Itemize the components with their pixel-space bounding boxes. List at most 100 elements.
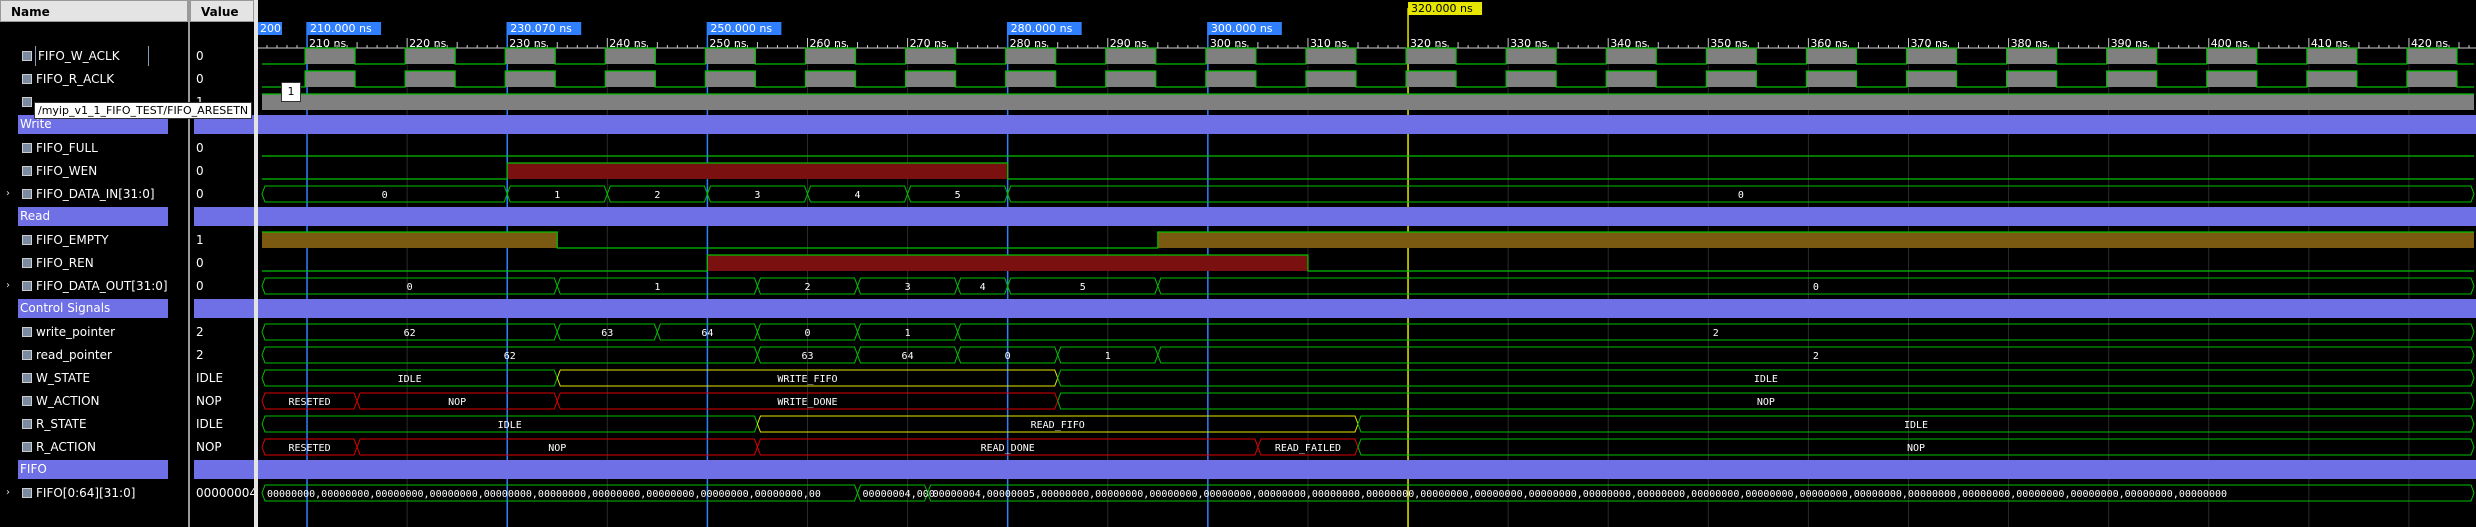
bus-segment-value: 0 — [1005, 351, 1011, 362]
clock-high-fill — [305, 71, 356, 87]
signal-name: FIFO[0:64][31:0] — [36, 486, 136, 500]
bus-segment-value: WRITE_DONE — [777, 397, 837, 408]
signal-value: 0 — [196, 164, 204, 178]
group-label[interactable]: Read — [18, 207, 168, 226]
signal-name: FIFO_WEN — [36, 164, 98, 178]
bus-segment-value: 2 — [654, 190, 660, 201]
bus-segment-value: 62 — [404, 328, 416, 339]
signal-row-fifo-data-in-31-0[interactable]: › FIFO_DATA_IN[31:0] — [0, 184, 188, 204]
signal-value: 2 — [196, 348, 204, 362]
signal-row-r-state[interactable]: R_STATE — [0, 414, 188, 434]
bus-segment-value: IDLE — [398, 374, 422, 385]
bus-segment-value: 62 — [504, 351, 516, 362]
signal-row-fifo-wen[interactable]: FIFO_WEN — [0, 161, 188, 181]
signal-row-fifo[interactable]: FIFO — [0, 460, 188, 480]
signal-row-fifo-w-aclk[interactable]: FIFO_W_ACLK — [0, 46, 188, 66]
bus-segment-value: 00000004,000 — [863, 489, 935, 500]
signal-row-read[interactable]: Read — [0, 207, 188, 227]
bus-signal-icon — [22, 488, 32, 498]
bus-signal-icon — [22, 442, 32, 452]
clock-high-fill — [1205, 71, 1256, 87]
clock-high-fill — [1406, 71, 1457, 87]
wire-signal-icon — [22, 235, 32, 245]
signal-name: R_STATE — [36, 417, 87, 431]
bus-segment-value: 4 — [980, 282, 986, 293]
signal-row-w-state[interactable]: W_STATE — [0, 368, 188, 388]
signal-name: FIFO_DATA_OUT[31:0] — [36, 279, 168, 293]
signal-value: NOP — [196, 394, 222, 408]
signal-name: FIFO_W_ACLK — [35, 46, 149, 66]
signal-row-fifo-full[interactable]: FIFO_FULL — [0, 138, 188, 158]
bus-segment-value: RESETED — [288, 443, 330, 454]
bus-segment-value: 0 — [1813, 282, 1819, 293]
expand-chevron-icon[interactable]: › — [6, 276, 10, 296]
signal-name: read_pointer — [36, 348, 112, 362]
expand-chevron-icon[interactable]: › — [6, 184, 10, 204]
signal-name: write_pointer — [36, 325, 116, 339]
signal-row-fifo-0-64-31-0[interactable]: › FIFO[0:64][31:0] — [0, 483, 188, 503]
signal-row-r-action[interactable]: R_ACTION — [0, 437, 188, 457]
bus-signal-icon — [22, 396, 32, 406]
signal-row-fifo-r-aclk[interactable]: FIFO_R_ACLK — [0, 69, 188, 89]
bus-segment-value: 0 — [407, 282, 413, 293]
value-column-header[interactable]: Value — [190, 0, 254, 22]
clock-high-fill — [905, 48, 956, 64]
bus-segment-value: NOP — [1757, 397, 1775, 408]
clock-high-fill — [605, 48, 656, 64]
clock-high-fill — [2406, 71, 2457, 87]
marker-badge[interactable]: 1 — [281, 82, 301, 102]
signal-path-tooltip: /myip_v1_1_FIFO_TEST/FIFO_ARESETN — [34, 102, 253, 119]
signal-row-fifo-empty[interactable]: FIFO_EMPTY — [0, 230, 188, 250]
bus-segment-value: READ_FAILED — [1275, 443, 1341, 454]
clock-high-fill — [505, 71, 556, 87]
bus-segment-value: 0 — [1738, 190, 1744, 201]
group-band — [258, 460, 2476, 479]
clock-high-fill — [405, 48, 456, 64]
bus-segment-value: 3 — [905, 282, 911, 293]
bus-segment-value: 64 — [902, 351, 914, 362]
group-value-cell — [194, 460, 254, 479]
signal-name: FIFO_REN — [36, 256, 94, 270]
bus-segment-value: IDLE — [1904, 420, 1928, 431]
signal-names-panel: Name FIFO_W_ACLK FIFO_R_ACLK Write FIFO_FUL… — [0, 0, 253, 527]
clock-high-fill — [1806, 71, 1857, 87]
signal-row-fifo-data-out-31-0[interactable]: › FIFO_DATA_OUT[31:0] — [0, 276, 188, 296]
signal-value: 0 — [196, 187, 204, 201]
signal-row-control-signals[interactable]: Control Signals — [0, 299, 188, 319]
clock-high-fill — [1005, 48, 1056, 64]
bus-segment-value: RESETED — [288, 397, 330, 408]
signal-value: 00000004 — [196, 486, 258, 500]
wire-signal-icon — [22, 51, 32, 61]
signal-row-read-pointer[interactable]: read_pointer — [0, 345, 188, 365]
signal-name: W_STATE — [36, 371, 91, 385]
group-label[interactable]: FIFO — [18, 460, 168, 479]
wire-signal-icon — [22, 143, 32, 153]
clock-high-fill — [805, 71, 856, 87]
bus-segment-value: READ_DONE — [981, 443, 1035, 454]
signal-value: 0 — [196, 141, 204, 155]
signal-row-write-pointer[interactable]: write_pointer — [0, 322, 188, 342]
signal-value: NOP — [196, 440, 222, 454]
clock-high-fill — [2006, 48, 2057, 64]
bus-signal-icon — [22, 373, 32, 383]
marker-label: 230.070 ns — [510, 22, 572, 35]
expand-chevron-icon[interactable]: › — [6, 483, 10, 503]
name-column-header[interactable]: Name — [0, 0, 188, 22]
signal-value: IDLE — [196, 371, 224, 385]
bus-segment-value: READ_FIFO — [1031, 420, 1085, 431]
signal-name: FIFO_EMPTY — [36, 233, 109, 247]
bus-signal-icon — [22, 189, 32, 199]
waveform-canvas[interactable]: 210 ns 220 ns 230 ns 240 ns 250 ns 260 ns 270 … — [258, 0, 2476, 527]
cursor-label: 320.000 ns — [1411, 2, 1473, 15]
signal-name: FIFO_R_ACLK — [36, 72, 115, 86]
marker-label: 280.000 ns — [1011, 22, 1073, 35]
clock-high-fill — [1506, 71, 1557, 87]
signal-high-fill — [262, 232, 558, 248]
signal-row-w-action[interactable]: W_ACTION — [0, 391, 188, 411]
group-label[interactable]: Control Signals — [18, 299, 168, 318]
clock-high-fill — [2306, 48, 2357, 64]
signal-name: R_ACTION — [36, 440, 97, 454]
clock-high-fill — [305, 48, 356, 64]
signal-value: 0 — [196, 256, 204, 270]
signal-row-fifo-ren[interactable]: FIFO_REN — [0, 253, 188, 273]
